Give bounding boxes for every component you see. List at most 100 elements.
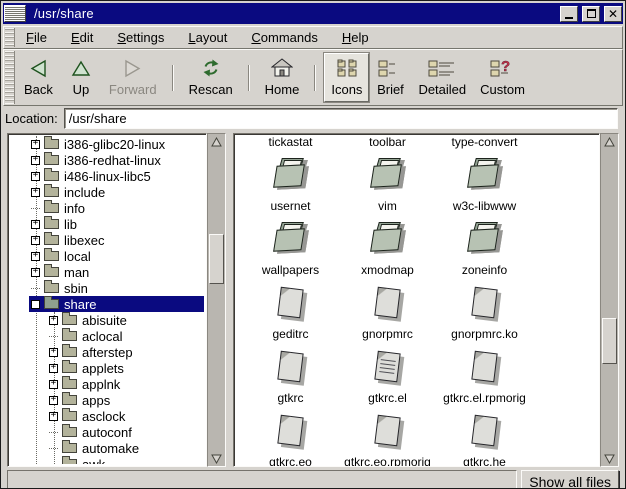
tree-item[interactable]: i386-redhat-linux bbox=[10, 152, 204, 168]
file-item[interactable]: tickastat bbox=[242, 133, 339, 153]
menubar-drag-handle[interactable] bbox=[5, 28, 15, 47]
menu-layout[interactable]: Layout bbox=[179, 28, 236, 47]
tree-item[interactable]: autoconf bbox=[10, 424, 204, 440]
scroll-up-icon[interactable] bbox=[601, 134, 618, 149]
menu-file[interactable]: File bbox=[17, 28, 56, 47]
expand-icon[interactable] bbox=[49, 380, 58, 389]
tree-item[interactable]: info bbox=[10, 200, 204, 216]
file-item[interactable]: type-convert bbox=[436, 133, 533, 153]
expand-icon[interactable] bbox=[49, 364, 58, 373]
home-button[interactable]: Home bbox=[258, 53, 307, 102]
leaf-stub bbox=[49, 432, 58, 433]
tree-item[interactable]: aclocal bbox=[10, 328, 204, 344]
custom-view-button[interactable]: ? Custom bbox=[473, 53, 532, 102]
file-item[interactable]: gtkrc.el bbox=[339, 345, 436, 409]
leaf-stub bbox=[49, 336, 58, 337]
file-item[interactable]: toolbar bbox=[339, 133, 436, 153]
tree-item[interactable]: awk bbox=[10, 456, 204, 464]
brief-view-button[interactable]: Brief bbox=[369, 53, 411, 102]
tree-scrollbar-track[interactable] bbox=[208, 149, 225, 451]
collapse-icon[interactable] bbox=[31, 300, 40, 309]
menu-commands[interactable]: Commands bbox=[242, 28, 326, 47]
tree-item[interactable]: afterstep bbox=[10, 344, 204, 360]
expand-icon[interactable] bbox=[31, 220, 40, 229]
tree-item[interactable]: apps bbox=[10, 392, 204, 408]
pane-splitter[interactable] bbox=[226, 133, 233, 467]
file-icon-pane[interactable]: tickastat toolbar type-convert usernet v… bbox=[233, 133, 600, 467]
folder-icon bbox=[466, 221, 504, 255]
toolbar-drag-handle[interactable] bbox=[5, 51, 15, 104]
expand-icon[interactable] bbox=[49, 348, 58, 357]
show-all-files-button[interactable]: Show all files bbox=[521, 470, 619, 489]
expand-icon[interactable] bbox=[31, 188, 40, 197]
tree-item[interactable]: man bbox=[10, 264, 204, 280]
tree-item[interactable]: i386-glibc20-linux bbox=[10, 136, 204, 152]
expand-icon[interactable] bbox=[49, 412, 58, 421]
scroll-down-icon[interactable] bbox=[601, 451, 618, 466]
file-item[interactable]: gnorpmrc bbox=[339, 281, 436, 345]
triangle-left-icon bbox=[27, 57, 49, 79]
tree-item[interactable]: libexec bbox=[10, 232, 204, 248]
close-button[interactable]: ✕ bbox=[604, 6, 622, 22]
menu-help[interactable]: Help bbox=[333, 28, 378, 47]
window-menu-icon[interactable] bbox=[4, 5, 26, 22]
tree-scrollbar-thumb[interactable] bbox=[209, 234, 224, 284]
rescan-button[interactable]: Rescan bbox=[182, 53, 240, 102]
directory-tree: i386-glibc20-linux i386-redhat-linux i48… bbox=[10, 136, 204, 464]
menu-settings[interactable]: Settings bbox=[108, 28, 173, 47]
file-item[interactable]: zoneinfo bbox=[436, 217, 533, 281]
file-item[interactable]: w3c-libwww bbox=[436, 153, 533, 217]
scroll-up-icon[interactable] bbox=[208, 134, 225, 149]
tree-item[interactable]: automake bbox=[10, 440, 204, 456]
folder-icon bbox=[62, 331, 77, 341]
location-input[interactable] bbox=[64, 108, 618, 129]
detailed-view-button[interactable]: Detailed bbox=[411, 53, 473, 102]
up-button[interactable]: Up bbox=[60, 53, 102, 102]
forward-button[interactable]: Forward bbox=[102, 53, 164, 102]
tree-item[interactable]: sbin bbox=[10, 280, 204, 296]
tree-item[interactable]: applnk bbox=[10, 376, 204, 392]
file-item[interactable]: geditrc bbox=[242, 281, 339, 345]
file-item[interactable]: gtkrc bbox=[242, 345, 339, 409]
tree-item[interactable]: asclock bbox=[10, 408, 204, 424]
tree-item[interactable]: applets bbox=[10, 360, 204, 376]
file-item[interactable]: gtkrc.eo.rpmorig bbox=[339, 409, 436, 467]
file-item[interactable]: usernet bbox=[242, 153, 339, 217]
file-item[interactable]: gtkrc.he bbox=[436, 409, 533, 467]
menu-edit[interactable]: Edit bbox=[62, 28, 102, 47]
scroll-down-icon[interactable] bbox=[208, 451, 225, 466]
file-item[interactable]: vim bbox=[339, 153, 436, 217]
tree-scrollbar[interactable] bbox=[207, 133, 226, 467]
file-item[interactable]: xmodmap bbox=[339, 217, 436, 281]
expand-icon[interactable] bbox=[49, 316, 58, 325]
expand-icon[interactable] bbox=[31, 140, 40, 149]
minimize-button[interactable] bbox=[560, 6, 578, 22]
file-item[interactable]: gtkrc.el.rpmorig bbox=[436, 345, 533, 409]
svg-text:?: ? bbox=[501, 58, 510, 75]
location-label: Location: bbox=[5, 111, 58, 126]
statusbar: Show all files bbox=[7, 470, 619, 489]
icon-pane-scrollbar[interactable] bbox=[600, 133, 619, 467]
icon-pane-scrollbar-thumb[interactable] bbox=[602, 318, 617, 364]
back-button[interactable]: Back bbox=[17, 53, 60, 102]
tree-item[interactable]: include bbox=[10, 184, 204, 200]
directory-tree-pane[interactable]: i386-glibc20-linux i386-redhat-linux i48… bbox=[7, 133, 207, 467]
tree-item[interactable]: local bbox=[10, 248, 204, 264]
expand-icon[interactable] bbox=[31, 268, 40, 277]
file-item[interactable]: wallpapers bbox=[242, 217, 339, 281]
tree-item[interactable]: abisuite bbox=[10, 312, 204, 328]
expand-icon[interactable] bbox=[31, 172, 40, 181]
expand-icon[interactable] bbox=[31, 156, 40, 165]
expand-icon[interactable] bbox=[31, 252, 40, 261]
maximize-button[interactable] bbox=[582, 6, 600, 22]
file-item[interactable]: gtkrc.eo bbox=[242, 409, 339, 467]
tree-item-selected[interactable]: share bbox=[10, 296, 204, 312]
expand-icon[interactable] bbox=[49, 396, 58, 405]
tree-item[interactable]: lib bbox=[10, 216, 204, 232]
file-item[interactable]: gnorpmrc.ko bbox=[436, 281, 533, 345]
icons-view-button[interactable]: Icons bbox=[324, 53, 369, 102]
expand-icon[interactable] bbox=[31, 236, 40, 245]
titlebar[interactable]: /usr/share ✕ bbox=[3, 3, 623, 24]
icon-pane-scrollbar-track[interactable] bbox=[601, 149, 618, 451]
tree-item[interactable]: i486-linux-libc5 bbox=[10, 168, 204, 184]
